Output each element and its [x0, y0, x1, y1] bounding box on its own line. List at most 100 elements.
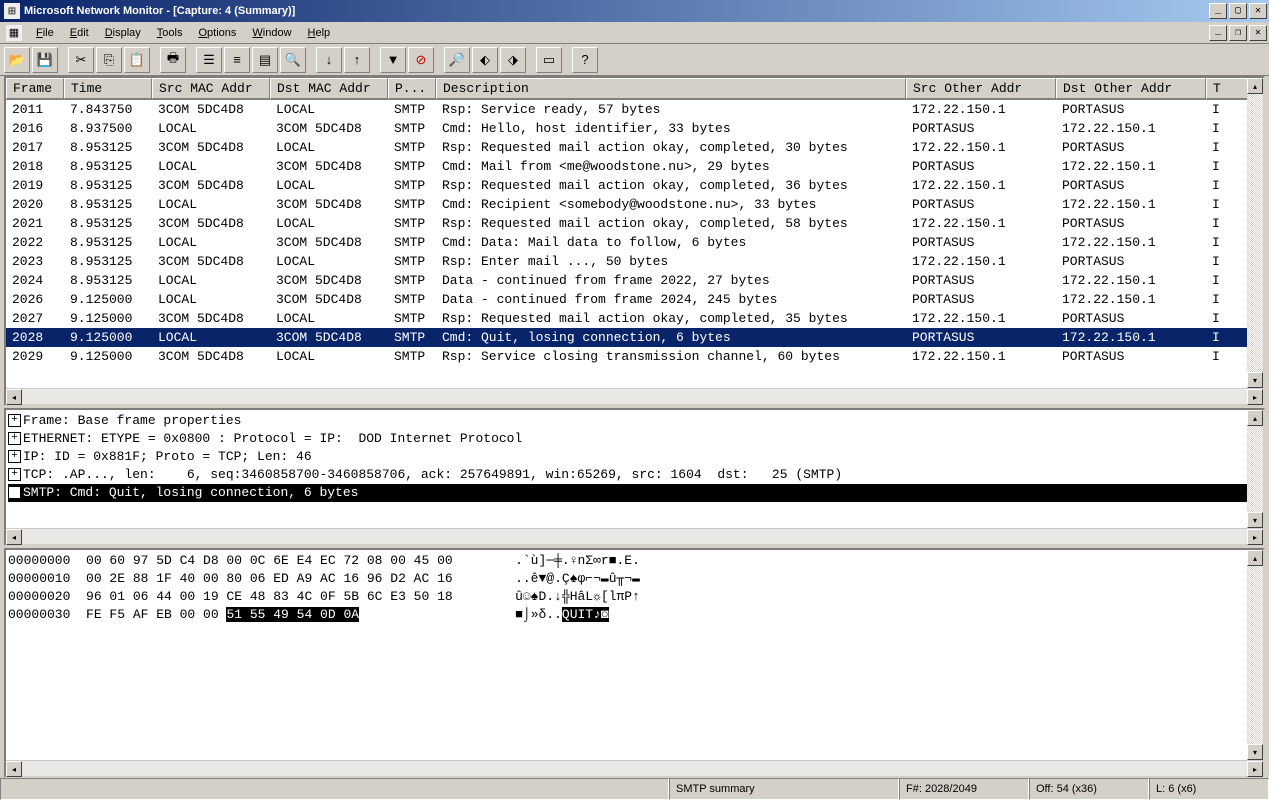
close-button[interactable]: ✕ [1249, 3, 1267, 19]
scroll-up-icon[interactable]: ▴ [1247, 410, 1263, 426]
detail-line[interactable]: +Frame: Base frame properties [8, 412, 1261, 430]
hex-hscrollbar[interactable]: ◂ ▸ [6, 760, 1263, 776]
scroll-up-icon[interactable]: ▴ [1247, 78, 1263, 94]
table-row[interactable]: 20269.125000LOCAL3COM 5DC4D8SMTPData - c… [6, 290, 1263, 309]
save-button[interactable]: 💾 [32, 47, 58, 73]
col-description[interactable]: Description [436, 78, 906, 99]
down-arrow-button[interactable]: ↓ [316, 47, 342, 73]
minimize-button[interactable]: _ [1209, 3, 1227, 19]
table-row[interactable]: 20178.9531253COM 5DC4D8LOCALSMTPRsp: Req… [6, 138, 1263, 157]
hex-pane: 00000000 00 60 97 5D C4 D8 00 0C 6E E4 E… [4, 548, 1265, 778]
up-arrow-button[interactable]: ↑ [344, 47, 370, 73]
table-row[interactable]: 20289.125000LOCAL3COM 5DC4D8SMTPCmd: Qui… [6, 328, 1263, 347]
table-row[interactable]: 20208.953125LOCAL3COM 5DC4D8SMTPCmd: Rec… [6, 195, 1263, 214]
expand-icon[interactable]: + [8, 468, 21, 481]
table-row[interactable]: 20218.9531253COM 5DC4D8LOCALSMTPRsp: Req… [6, 214, 1263, 233]
next-frame-button[interactable]: ⬗ [500, 47, 526, 73]
hex-line[interactable]: 00000010 00 2E 88 1F 40 00 80 06 ED A9 A… [8, 570, 1261, 588]
table-row[interactable]: 20299.1250003COM 5DC4D8LOCALSMTPRsp: Ser… [6, 347, 1263, 366]
expand-icon[interactable]: + [8, 432, 21, 445]
scroll-down-icon[interactable]: ▾ [1247, 512, 1263, 528]
table-row[interactable]: 20279.1250003COM 5DC4D8LOCALSMTPRsp: Req… [6, 309, 1263, 328]
scroll-right-icon[interactable]: ▸ [1247, 529, 1263, 545]
grid-header: Frame Time Src MAC Addr Dst MAC Addr P..… [6, 78, 1263, 100]
copy-button[interactable]: ⎘ [96, 47, 122, 73]
scroll-down-icon[interactable]: ▾ [1247, 372, 1263, 388]
col-time[interactable]: Time [64, 78, 152, 99]
grid-body[interactable]: 20117.8437503COM 5DC4D8LOCALSMTPRsp: Ser… [6, 100, 1263, 388]
expand-icon[interactable]: + [8, 486, 21, 499]
paste-button[interactable]: 📋 [124, 47, 150, 73]
maximize-button[interactable]: ▢ [1229, 3, 1247, 19]
open-button[interactable]: 📂 [4, 47, 30, 73]
menu-tools[interactable]: Tools [149, 25, 191, 41]
detail-line[interactable]: +TCP: .AP..., len: 6, seq:3460858700-346… [8, 466, 1261, 484]
col-dst-other[interactable]: Dst Other Addr [1056, 78, 1206, 99]
col-src-mac[interactable]: Src MAC Addr [152, 78, 270, 99]
detail-body[interactable]: +Frame: Base frame properties+ETHERNET: … [6, 410, 1263, 528]
hex-body[interactable]: 00000000 00 60 97 5D C4 D8 00 0C 6E E4 E… [6, 550, 1263, 760]
scroll-left-icon[interactable]: ◂ [6, 389, 22, 405]
hscrollbar[interactable]: ◂ ▸ [6, 388, 1263, 404]
menu-window[interactable]: Window [244, 25, 299, 41]
statusbar: SMTP summary F#: 2028/2049 Off: 54 (x36)… [0, 778, 1269, 800]
col-protocol[interactable]: P... [388, 78, 436, 99]
hex-line[interactable]: 00000000 00 60 97 5D C4 D8 00 0C 6E E4 E… [8, 552, 1261, 570]
table-row[interactable]: 20248.953125LOCAL3COM 5DC4D8SMTPData - c… [6, 271, 1263, 290]
scroll-down-icon[interactable]: ▾ [1247, 744, 1263, 760]
menubar: ▦ FFileile Edit Display Tools Options Wi… [0, 22, 1269, 44]
menu-display[interactable]: Display [97, 25, 149, 41]
expand-icon[interactable]: + [8, 450, 21, 463]
prev-frame-button[interactable]: ⬖ [472, 47, 498, 73]
hex-line[interactable]: 00000020 96 01 06 44 00 19 CE 48 83 4C 0… [8, 588, 1261, 606]
window-title: Microsoft Network Monitor - [Capture: 4 … [24, 5, 295, 17]
table-row[interactable]: 20168.937500LOCAL3COM 5DC4D8SMTPCmd: Hel… [6, 119, 1263, 138]
col-frame[interactable]: Frame [6, 78, 64, 99]
table-row[interactable]: 20117.8437503COM 5DC4D8LOCALSMTPRsp: Ser… [6, 100, 1263, 119]
print-button[interactable]: 🖶 [160, 47, 186, 73]
scroll-left-icon[interactable]: ◂ [6, 761, 22, 777]
status-frame: F#: 2028/2049 [899, 778, 1029, 800]
scroll-up-icon[interactable]: ▴ [1247, 550, 1263, 566]
summary-pane: Frame Time Src MAC Addr Dst MAC Addr P..… [4, 76, 1265, 406]
detail-pane: +Frame: Base frame properties+ETHERNET: … [4, 408, 1265, 546]
detail-line[interactable]: +ETHERNET: ETYPE = 0x0800 : Protocol = I… [8, 430, 1261, 448]
vscrollbar[interactable]: ▴ ▾ [1247, 78, 1263, 388]
menu-file[interactable]: FFileile [28, 25, 62, 41]
detail-pane-button[interactable]: ≡ [224, 47, 250, 73]
table-row[interactable]: 20238.9531253COM 5DC4D8LOCALSMTPRsp: Ent… [6, 252, 1263, 271]
no-filter-button[interactable]: ⊘ [408, 47, 434, 73]
scroll-left-icon[interactable]: ◂ [6, 529, 22, 545]
detail-hscrollbar[interactable]: ◂ ▸ [6, 528, 1263, 544]
summary-pane-button[interactable]: ☰ [196, 47, 222, 73]
detail-line[interactable]: +IP: ID = 0x881F; Proto = TCP; Len: 46 [8, 448, 1261, 466]
hex-vscrollbar[interactable]: ▴ ▾ [1247, 550, 1263, 760]
menu-help[interactable]: Help [300, 25, 339, 41]
ascii-selection: QUIT♪◙ [562, 607, 609, 622]
mdi-restore-button[interactable]: ❐ [1229, 25, 1247, 41]
table-row[interactable]: 20198.9531253COM 5DC4D8LOCALSMTPRsp: Req… [6, 176, 1263, 195]
cut-button[interactable]: ✂ [68, 47, 94, 73]
table-row[interactable]: 20188.953125LOCAL3COM 5DC4D8SMTPCmd: Mai… [6, 157, 1263, 176]
expand-icon[interactable]: + [8, 414, 21, 427]
find-button[interactable]: 🔎 [444, 47, 470, 73]
titlebar: ⊞ Microsoft Network Monitor - [Capture: … [0, 0, 1269, 22]
mdi-minimize-button[interactable]: _ [1209, 25, 1227, 41]
menu-options[interactable]: Options [190, 25, 244, 41]
status-offset: Off: 54 (x36) [1029, 778, 1149, 800]
detail-line[interactable]: +SMTP: Cmd: Quit, losing connection, 6 b… [8, 484, 1261, 502]
scroll-right-icon[interactable]: ▸ [1247, 389, 1263, 405]
table-row[interactable]: 20228.953125LOCAL3COM 5DC4D8SMTPCmd: Dat… [6, 233, 1263, 252]
hex-pane-button[interactable]: ▤ [252, 47, 278, 73]
hex-line[interactable]: 00000030 FE F5 AF EB 00 00 51 55 49 54 0… [8, 606, 1261, 624]
menu-edit[interactable]: Edit [62, 25, 97, 41]
pane-toggle-button[interactable]: ▭ [536, 47, 562, 73]
mdi-close-button[interactable]: ✕ [1249, 25, 1267, 41]
help-button[interactable]: ? [572, 47, 598, 73]
filter-button[interactable]: ▼ [380, 47, 406, 73]
detail-vscrollbar[interactable]: ▴ ▾ [1247, 410, 1263, 528]
scroll-right-icon[interactable]: ▸ [1247, 761, 1263, 777]
col-src-other[interactable]: Src Other Addr [906, 78, 1056, 99]
col-dst-mac[interactable]: Dst MAC Addr [270, 78, 388, 99]
zoom-button[interactable]: 🔍 [280, 47, 306, 73]
